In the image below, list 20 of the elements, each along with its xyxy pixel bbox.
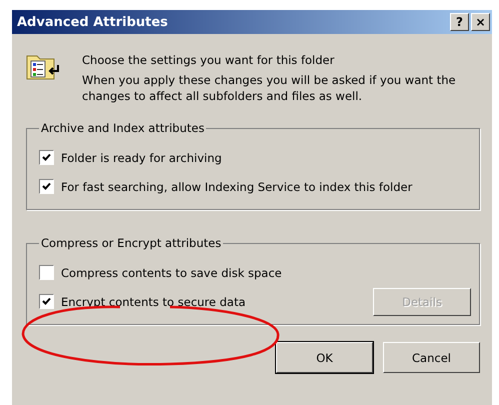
checkbox[interactable] bbox=[39, 265, 54, 280]
checkbox-label[interactable]: For fast searching, allow Indexing Service to index this folder bbox=[61, 180, 412, 194]
check-icon bbox=[42, 182, 51, 191]
checkbox-label[interactable]: Encrypt contents to secure data bbox=[61, 294, 246, 308]
cancel-button[interactable]: Cancel bbox=[383, 342, 480, 373]
checkbox-label[interactable]: Compress contents to save disk space bbox=[61, 266, 282, 280]
help-button[interactable]: ? bbox=[450, 13, 469, 31]
ok-button[interactable]: OK bbox=[276, 342, 373, 373]
window-title: Advanced Attributes bbox=[17, 14, 169, 30]
header-description: When you apply these changes you will be asked if you want the changes to affect all subfolders and files as well. bbox=[82, 72, 457, 104]
check-icon bbox=[42, 297, 51, 306]
group-label: Archive and Index attributes bbox=[40, 121, 206, 135]
header-title: Choose the settings you want for this folder bbox=[82, 53, 336, 67]
check-icon bbox=[42, 153, 51, 162]
checkbox[interactable] bbox=[39, 179, 54, 194]
checkbox[interactable] bbox=[39, 294, 54, 309]
close-button[interactable]: × bbox=[471, 13, 490, 31]
group-label: Compress or Encrypt attributes bbox=[40, 236, 222, 250]
checkbox-label[interactable]: Folder is ready for archiving bbox=[61, 150, 222, 164]
checkbox[interactable] bbox=[39, 150, 54, 165]
